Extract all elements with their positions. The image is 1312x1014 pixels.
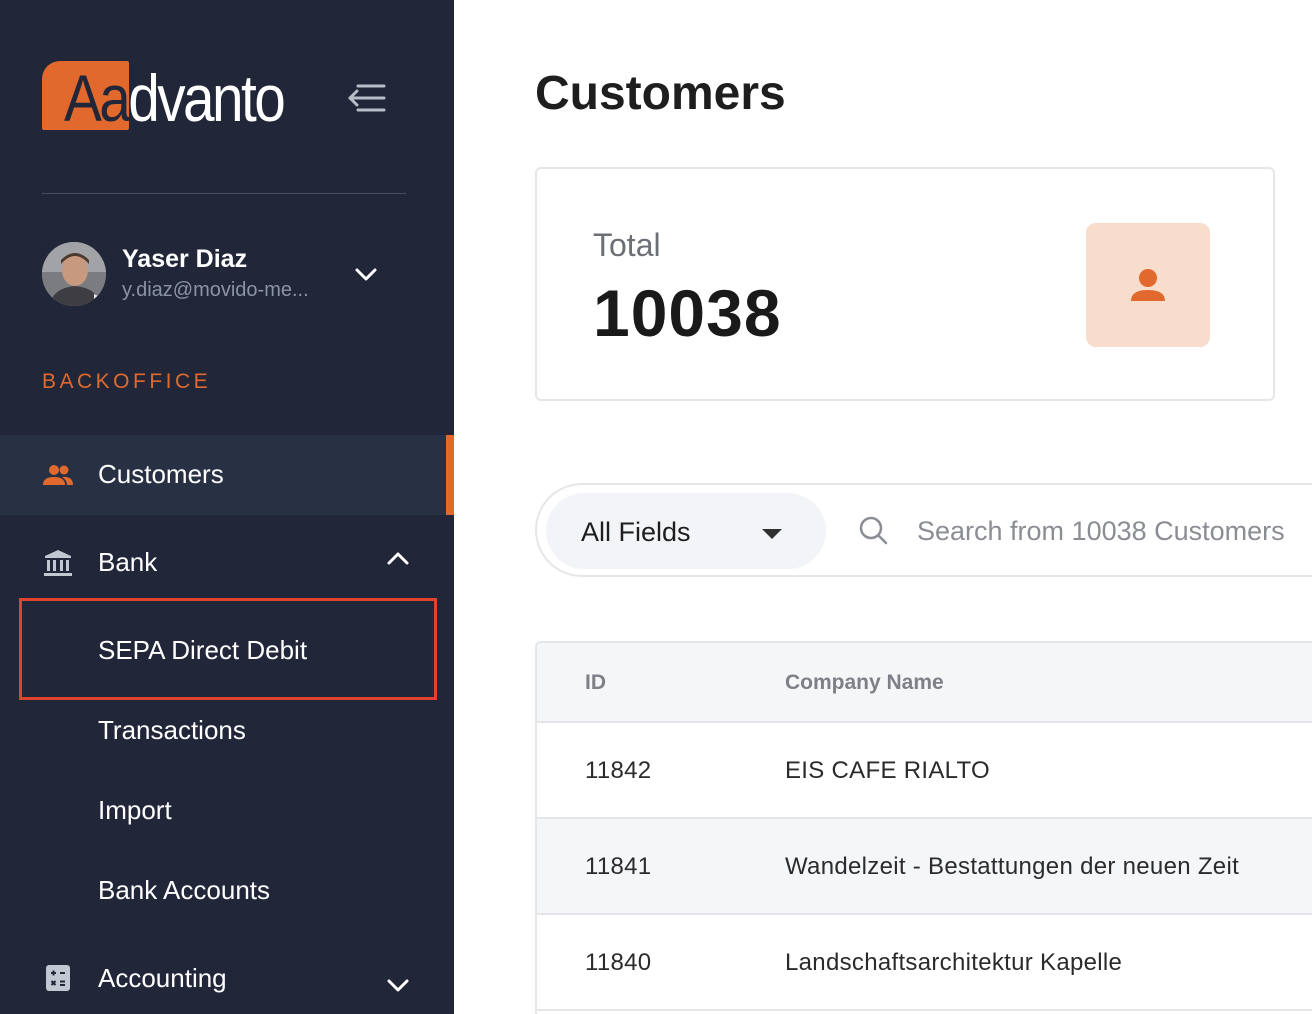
section-label-backoffice: BACKOFFICE — [42, 370, 212, 393]
column-header-id[interactable]: ID — [585, 671, 606, 695]
search-icon — [859, 516, 888, 545]
avatar — [42, 242, 106, 306]
sidebar-item-bank[interactable]: Bank — [0, 523, 454, 603]
sidebar-subitem-label: Transactions — [98, 715, 246, 745]
cell-id: 11842 — [585, 757, 652, 784]
search-bar: All Fields — [535, 483, 1312, 577]
person-icon — [1131, 269, 1165, 301]
cell-id: 11840 — [585, 949, 652, 976]
table-header: ID Company Name — [537, 643, 1312, 723]
sidebar-subitem-transactions[interactable]: Transactions — [0, 691, 454, 771]
stat-label: Total — [593, 227, 661, 263]
sidebar-item-accounting[interactable]: Accounting — [0, 939, 454, 1014]
caret-down-icon — [762, 529, 782, 539]
sidebar-subitem-bank-accounts[interactable]: Bank Accounts — [0, 851, 454, 931]
collapse-sidebar-button[interactable] — [344, 80, 388, 116]
sidebar-subitem-import[interactable]: Import — [0, 771, 454, 851]
sidebar-item-label: Accounting — [98, 963, 227, 993]
user-name: Yaser Diaz — [122, 245, 248, 273]
cell-company-name: Wandelzeit - Bestattungen der neuen Zeit — [785, 853, 1240, 880]
table-row[interactable]: 11842 EIS CAFE RIALTO — [537, 723, 1312, 819]
logo-text: Aadvanto — [64, 61, 286, 135]
people-icon — [43, 465, 73, 485]
highlight-annotation — [19, 598, 437, 700]
column-header-company-name[interactable]: Company Name — [785, 671, 944, 695]
cell-company-name: EIS CAFE RIALTO — [785, 757, 990, 784]
calculator-icon — [46, 965, 70, 991]
sidebar: Aadvanto Yaser Diaz y.diaz@movido-me... — [0, 0, 454, 1014]
chevron-down-icon — [355, 268, 377, 281]
user-menu[interactable]: Yaser Diaz y.diaz@movido-me... — [42, 242, 412, 308]
stat-icon-tile — [1086, 223, 1210, 347]
stat-value: 10038 — [593, 276, 782, 350]
cell-id: 11841 — [585, 853, 652, 880]
bank-icon — [44, 550, 72, 576]
user-email: y.diaz@movido-me... — [122, 279, 309, 301]
chevron-down-icon — [387, 979, 409, 992]
table-row[interactable]: 11840 Landschaftsarchitektur Kapelle — [537, 915, 1312, 1011]
sidebar-subitem-label: Bank Accounts — [98, 875, 270, 905]
page-title: Customers — [535, 67, 786, 120]
search-input[interactable] — [917, 507, 1312, 555]
field-filter-value: All Fields — [581, 517, 691, 547]
sidebar-divider — [42, 193, 406, 194]
sidebar-item-label: Customers — [98, 459, 224, 489]
field-filter-select[interactable]: All Fields — [546, 493, 826, 569]
customers-table: ID Company Name 11842 EIS CAFE RIALTO 11… — [535, 641, 1312, 1014]
sidebar-item-label: Bank — [98, 547, 158, 577]
collapse-menu-icon — [348, 84, 386, 112]
table-row[interactable]: 11841 Wandelzeit - Bestattungen der neue… — [537, 819, 1312, 915]
chevron-up-icon — [387, 552, 409, 565]
cell-company-name: Landschaftsarchitektur Kapelle — [785, 949, 1123, 976]
sidebar-item-customers[interactable]: Customers — [0, 435, 454, 515]
total-customers-card: Total 10038 — [535, 167, 1275, 401]
brand-logo[interactable]: Aadvanto — [42, 60, 312, 135]
sidebar-subitem-label: Import — [98, 795, 172, 825]
